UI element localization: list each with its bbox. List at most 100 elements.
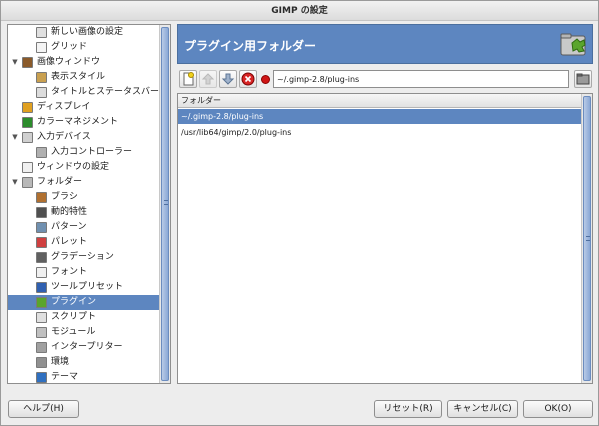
- sidebar-item[interactable]: フォント: [8, 265, 160, 280]
- sidebar-item[interactable]: 新しい画像の設定: [8, 25, 160, 40]
- sidebar-item-label: 新しい画像の設定: [51, 27, 124, 37]
- pattern-icon: [36, 222, 47, 233]
- font-icon: [36, 267, 47, 278]
- expander-icon[interactable]: ▼: [10, 175, 20, 190]
- move-up-icon: [201, 73, 215, 85]
- sidebar-item[interactable]: ディスプレイ: [8, 100, 160, 115]
- folder-path: /usr/lib64/gimp/2.0/plug-ins: [181, 128, 292, 137]
- sidebar-item[interactable]: グリッド: [8, 40, 160, 55]
- preferences-sidebar-tree[interactable]: 新しい画像の設定 グリッド ▼ 画像ウィンドウ表示スタイルタイトルとステータスバーディ…: [7, 24, 171, 384]
- sidebar-item-label: カラーマネジメント: [37, 117, 119, 127]
- sidebar-scrollbar-thumb[interactable]: [161, 27, 169, 381]
- folder-toolbar: [177, 69, 593, 91]
- reset-button[interactable]: リセット(R): [374, 400, 442, 418]
- sidebar-item-label: ブラシ: [51, 192, 78, 202]
- sidebar-item[interactable]: パターン: [8, 220, 160, 235]
- move-down-icon: [221, 73, 235, 85]
- brush-icon: [36, 192, 47, 203]
- input-controllers-icon: [36, 147, 47, 158]
- folder-row[interactable]: ~/.gimp-2.8/plug-ins: [178, 109, 582, 124]
- sidebar-item[interactable]: 動的特性: [8, 205, 160, 220]
- page-banner: プラグイン用フォルダー: [177, 24, 593, 64]
- folders-scrollbar[interactable]: [581, 94, 592, 383]
- sidebar-item[interactable]: ブラシ: [8, 190, 160, 205]
- cancel-button[interactable]: キャンセル(C): [447, 400, 518, 418]
- folder-path-input[interactable]: [273, 70, 569, 88]
- sidebar-item-label: グリッド: [51, 42, 88, 52]
- page-title: プラグイン用フォルダー: [184, 39, 317, 53]
- sidebar-item-label: ウィンドウの設定: [37, 162, 110, 172]
- sidebar-scrollbar[interactable]: [159, 25, 170, 383]
- sidebar-item[interactable]: モジュール: [8, 325, 160, 340]
- delete-folder-button[interactable]: [239, 70, 257, 88]
- sidebar-item[interactable]: 表示スタイル: [8, 70, 160, 85]
- dynamics-icon: [36, 207, 47, 218]
- folder-row[interactable]: /usr/lib64/gimp/2.0/plug-ins: [178, 125, 582, 140]
- move-up-button[interactable]: [199, 70, 217, 88]
- sidebar-item-label: 入力コントローラー: [51, 147, 133, 157]
- expander-icon[interactable]: ▼: [10, 55, 20, 70]
- sidebar-item-label: パレット: [51, 237, 88, 247]
- browse-folder-icon: [576, 73, 590, 85]
- sidebar-item-label: ディスプレイ: [37, 102, 91, 112]
- sidebar-item[interactable]: プラグイン: [8, 295, 160, 310]
- sidebar-item[interactable]: カラーマネジメント: [8, 115, 160, 130]
- module-icon: [36, 327, 47, 338]
- sidebar-item[interactable]: ▼ 画像ウィンドウ: [8, 55, 160, 70]
- preferences-window: GIMP の設定 新しい画像の設定 グリッド ▼ 画像ウィンドウ 表示スタイル タイトルと…: [0, 0, 599, 426]
- palette-icon: [36, 237, 47, 248]
- sidebar-item-label: 表示スタイル: [51, 72, 106, 82]
- sidebar-item-label: 動的特性: [51, 207, 88, 217]
- sidebar-item[interactable]: テーマ: [8, 370, 160, 383]
- sidebar-item[interactable]: グラデーション: [8, 250, 160, 265]
- new-folder-icon: [183, 72, 194, 86]
- folders-list[interactable]: フォルダー ~/.gimp-2.8/plug-ins /usr/lib64/gi…: [177, 93, 593, 384]
- sidebar-item-label: モジュール: [51, 327, 96, 337]
- sidebar-item-label: グラデーション: [51, 252, 114, 262]
- sidebar-item[interactable]: スクリプト: [8, 310, 160, 325]
- sidebar-item-label: パターン: [51, 222, 87, 232]
- sidebar-item[interactable]: インタープリター: [8, 340, 160, 355]
- sidebar-item-label: 環境: [51, 357, 70, 367]
- sidebar-item[interactable]: 入力コントローラー: [8, 145, 160, 160]
- sidebar-item[interactable]: ▼ 入力デバイス: [8, 130, 160, 145]
- environment-icon: [36, 357, 47, 368]
- appearance-icon: [36, 72, 47, 83]
- folders-scrollbar-thumb[interactable]: [583, 96, 591, 381]
- sidebar-item-label: ツールプリセット: [51, 282, 124, 292]
- expander-icon[interactable]: ▼: [10, 130, 20, 145]
- folders-icon: [22, 177, 33, 188]
- sidebar-item[interactable]: ▼ フォルダー: [8, 175, 160, 190]
- sidebar-item-label: プラグイン: [51, 297, 97, 307]
- sidebar-item-label: フォルダー: [37, 177, 83, 187]
- tool-preset-icon: [36, 282, 47, 293]
- folder-path: ~/.gimp-2.8/plug-ins: [181, 112, 264, 121]
- sidebar-item-label: インタープリター: [51, 342, 123, 352]
- sidebar-item[interactable]: ツールプリセット: [8, 280, 160, 295]
- help-button[interactable]: ヘルプ(H): [8, 400, 79, 418]
- plugin-folder-icon: [560, 33, 586, 56]
- input-devices-icon: [22, 132, 33, 143]
- sidebar-item[interactable]: ウィンドウの設定: [8, 160, 160, 175]
- image-window-icon: [22, 57, 33, 68]
- sidebar-item-label: タイトルとステータスバー: [51, 87, 160, 97]
- grid-icon: [36, 42, 47, 53]
- sidebar-item[interactable]: タイトルとステータスバー: [8, 85, 160, 100]
- sidebar-item-label: フォント: [51, 267, 88, 277]
- delete-icon: [241, 72, 255, 86]
- sidebar-item[interactable]: パレット: [8, 235, 160, 250]
- interpreter-icon: [36, 342, 47, 353]
- move-down-button[interactable]: [219, 70, 237, 88]
- sidebar-item[interactable]: 環境: [8, 355, 160, 370]
- scrollbar-grip: [164, 200, 168, 205]
- browse-folder-button[interactable]: [574, 70, 592, 88]
- sidebar-item-label: 画像ウィンドウ: [37, 57, 101, 67]
- new-folder-button[interactable]: [179, 70, 197, 88]
- display-icon: [22, 102, 33, 113]
- sidebar-tree-list: 新しい画像の設定 グリッド ▼ 画像ウィンドウ表示スタイルタイトルとステータスバーディ…: [8, 25, 160, 383]
- sidebar-item-label: 入力デバイス: [37, 132, 91, 142]
- folders-column-header[interactable]: フォルダー: [178, 94, 582, 108]
- new-image-icon: [36, 27, 47, 38]
- ok-button[interactable]: OK(O): [523, 400, 593, 418]
- sidebar-item-label: テーマ: [51, 372, 79, 382]
